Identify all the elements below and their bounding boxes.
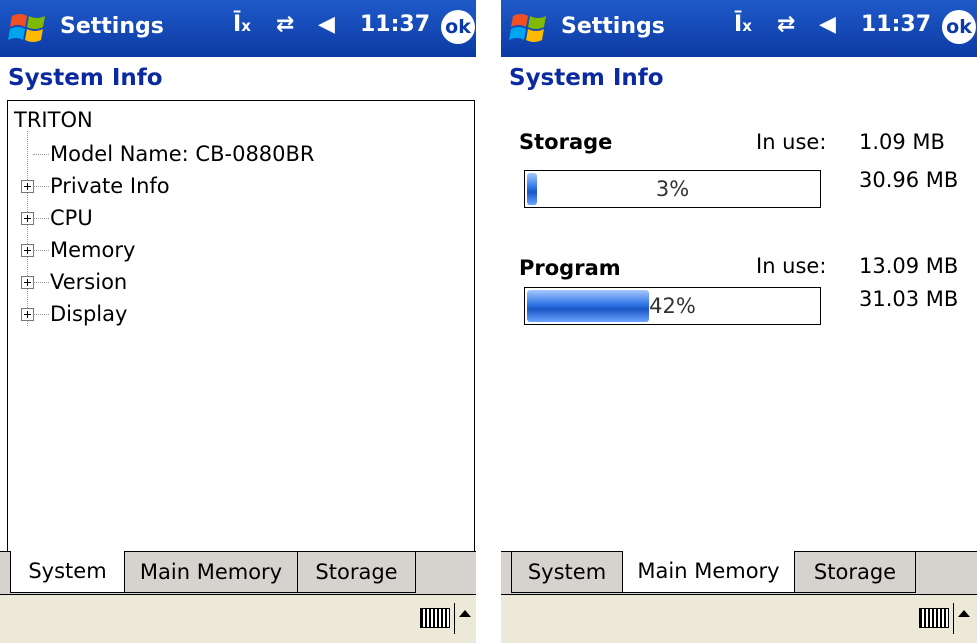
clock-time[interactable]: 11:37: [360, 12, 430, 37]
tree-connector: [27, 131, 28, 326]
app-title: Settings: [561, 14, 665, 39]
program-label: Program: [519, 256, 621, 280]
menu-bar: [0, 594, 476, 643]
keyboard-icon[interactable]: [919, 608, 949, 628]
tree-branch: [33, 218, 49, 219]
storage-label: Storage: [519, 130, 613, 154]
tab-main-memory[interactable]: Main Memory: [124, 552, 298, 593]
page-title: System Info: [8, 65, 163, 91]
tree-item-cpu[interactable]: CPU: [50, 206, 93, 230]
system-tab-screen: Settings Īx ⇄ ◀ 11:37 ok System Info TRI…: [0, 0, 476, 643]
tree-view[interactable]: TRITON Model Name: CB-0880BR Private Inf…: [7, 100, 475, 553]
tab-main-memory[interactable]: Main Memory: [622, 551, 795, 593]
volume-icon[interactable]: ◀: [819, 12, 836, 37]
storage-total: 30.96 MB: [859, 168, 959, 192]
storage-usage-bar: 3%: [524, 170, 821, 208]
tree-item-display[interactable]: Display: [50, 302, 127, 326]
start-menu-icon[interactable]: [8, 10, 50, 48]
sync-icon[interactable]: ⇄: [276, 12, 294, 37]
divider: [454, 603, 455, 634]
input-menu-arrow-icon[interactable]: [958, 610, 970, 617]
memory-panel: Storage In use: 1.09 MB 3% 30.96 MB Prog…: [501, 100, 977, 552]
storage-percent: 3%: [655, 177, 690, 201]
ok-button[interactable]: ok: [942, 10, 976, 44]
app-title: Settings: [60, 14, 164, 39]
antenna-off-icon[interactable]: Īx: [233, 12, 251, 37]
tab-strip: System Main Memory Storage: [501, 551, 977, 594]
tree-branch: [33, 186, 49, 187]
keyboard-icon[interactable]: [420, 608, 450, 628]
main-memory-tab-screen: Settings Īx ⇄ ◀ 11:37 ok System Info Sto…: [501, 0, 977, 643]
page-title: System Info: [509, 65, 664, 91]
ok-button[interactable]: ok: [441, 10, 475, 44]
program-in-use-value: 13.09 MB: [859, 254, 959, 278]
title-bar: Settings Īx ⇄ ◀ 11:37 ok: [0, 0, 476, 57]
title-bar: Settings Īx ⇄ ◀ 11:37 ok: [501, 0, 977, 57]
tab-storage[interactable]: Storage: [297, 552, 416, 593]
tree-branch: [33, 154, 49, 155]
tree-item-version[interactable]: Version: [50, 270, 127, 294]
tree-branch: [33, 282, 49, 283]
volume-icon[interactable]: ◀: [318, 12, 335, 37]
sync-icon[interactable]: ⇄: [777, 12, 795, 37]
program-usage-bar: 42%: [524, 287, 821, 325]
input-menu-arrow-icon[interactable]: [459, 610, 471, 617]
start-menu-icon[interactable]: [509, 10, 551, 48]
storage-in-use-label: In use:: [756, 130, 827, 154]
tab-strip: System Main Memory Storage: [0, 551, 476, 594]
divider: [953, 603, 954, 634]
clock-time[interactable]: 11:37: [861, 12, 931, 37]
tree-branch: [33, 250, 49, 251]
tab-system[interactable]: System: [511, 552, 623, 593]
tree-item-private-info[interactable]: Private Info: [50, 174, 170, 198]
program-percent: 42%: [649, 294, 696, 318]
tab-system[interactable]: System: [10, 551, 125, 593]
tree-branch: [33, 314, 49, 315]
menu-bar: [501, 594, 977, 643]
tree-root[interactable]: TRITON: [14, 108, 93, 132]
antenna-off-icon[interactable]: Īx: [734, 12, 752, 37]
tree-item-model-name[interactable]: Model Name: CB-0880BR: [50, 142, 315, 166]
program-total: 31.03 MB: [859, 287, 959, 311]
tab-storage[interactable]: Storage: [794, 552, 916, 593]
storage-in-use-value: 1.09 MB: [859, 130, 945, 154]
tree-item-memory[interactable]: Memory: [50, 238, 135, 262]
program-in-use-label: In use:: [756, 254, 827, 278]
